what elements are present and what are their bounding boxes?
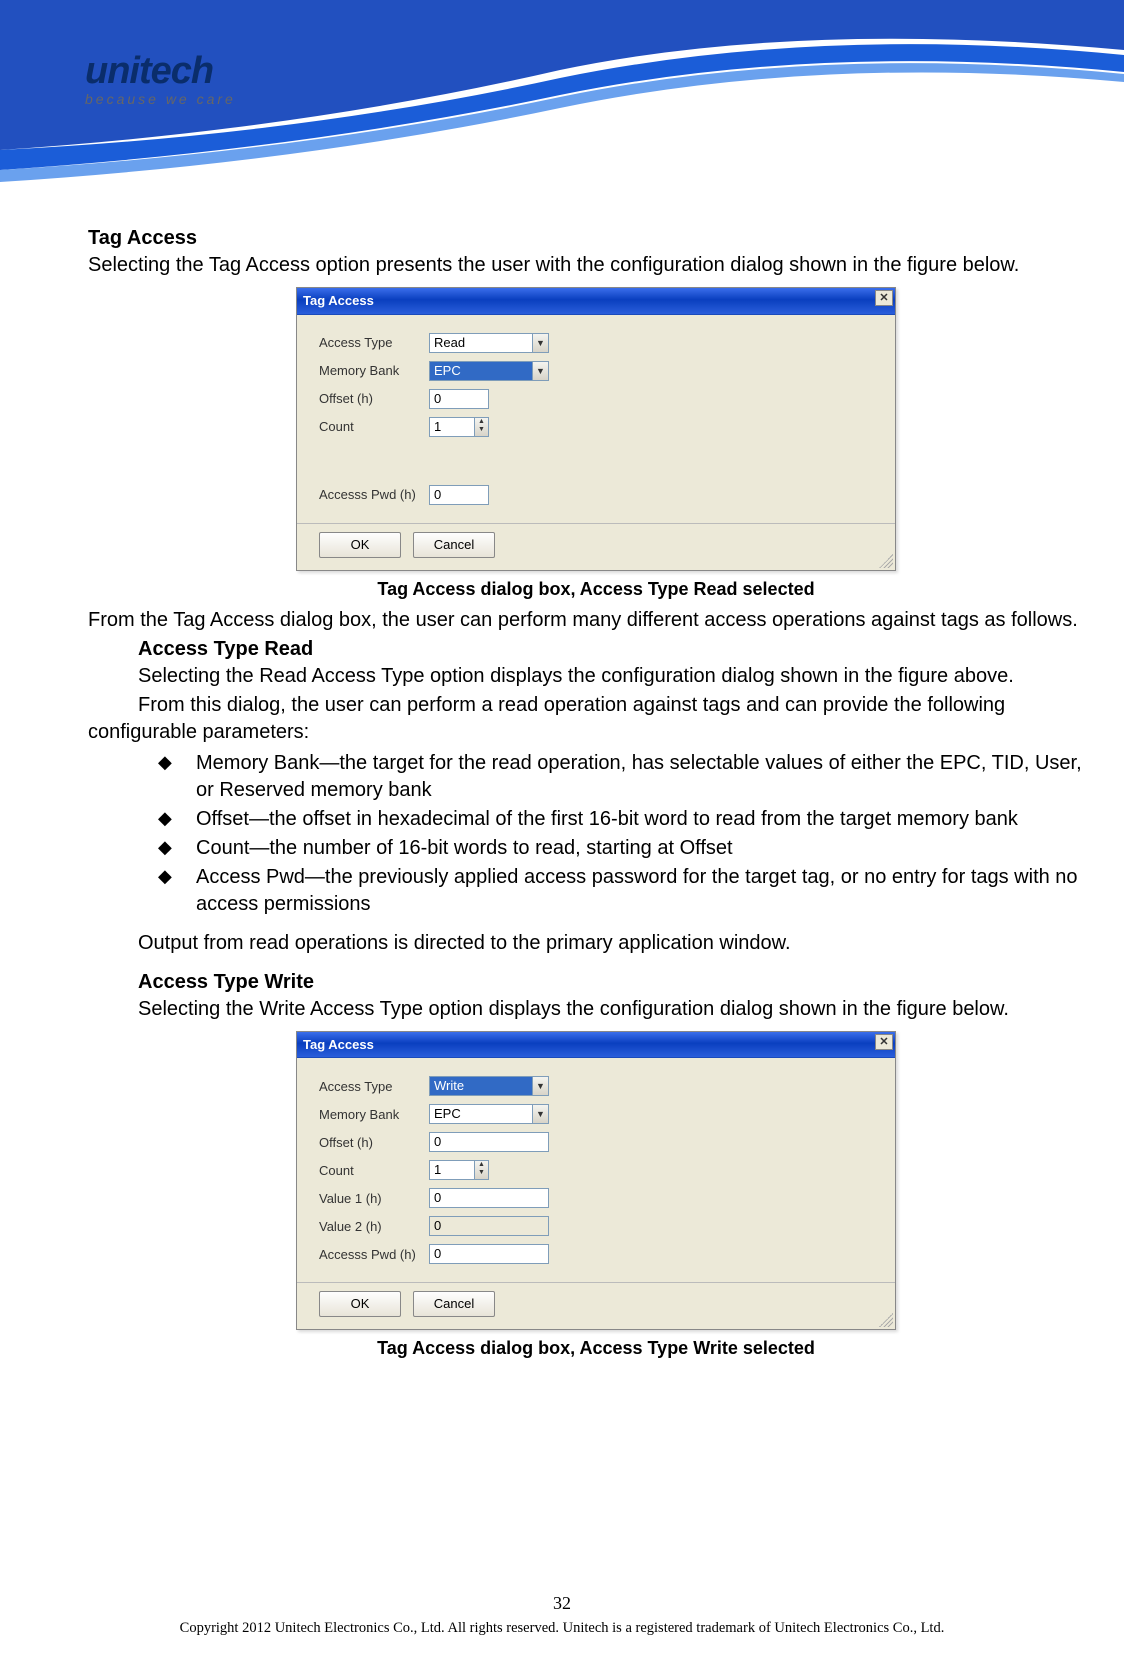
figure-caption: Tag Access dialog box, Access Type Write… — [88, 1336, 1104, 1360]
subsection-title: Access Type Read — [138, 636, 1104, 663]
chevron-down-icon: ▼ — [532, 1105, 548, 1123]
access-pwd-input[interactable]: 0 — [429, 1244, 549, 1264]
count-label: Count — [319, 418, 429, 436]
memory-bank-label: Memory Bank — [319, 1106, 429, 1124]
access-type-combo[interactable]: Write▼ — [429, 1076, 549, 1096]
section-title: Tag Access — [88, 225, 1104, 252]
ok-button[interactable]: OK — [319, 532, 401, 558]
ok-button[interactable]: OK — [319, 1291, 401, 1317]
value1-label: Value 1 (h) — [319, 1190, 429, 1208]
list-item: Count—the number of 16-bit words to read… — [158, 835, 1104, 862]
chevron-down-icon: ▼ — [532, 362, 548, 380]
dialog-titlebar: Tag Access ✕ — [297, 1032, 895, 1059]
close-icon[interactable]: ✕ — [875, 1034, 893, 1050]
page-content: Tag Access Selecting the Tag Access opti… — [88, 225, 1104, 1367]
value2-label: Value 2 (h) — [319, 1218, 429, 1236]
resize-grip-icon[interactable] — [879, 1313, 893, 1327]
list-item: Memory Bank—the target for the read oper… — [158, 750, 1104, 804]
offset-input[interactable]: 0 — [429, 1132, 549, 1152]
cancel-button[interactable]: Cancel — [413, 1291, 495, 1317]
value2-input: 0 — [429, 1216, 549, 1236]
count-stepper[interactable]: 1▲▼ — [429, 1160, 489, 1180]
resize-grip-icon[interactable] — [879, 554, 893, 568]
paragraph: From the Tag Access dialog box, the user… — [88, 607, 1104, 634]
list-item: Access Pwd—the previously applied access… — [158, 864, 1104, 918]
dialog-titlebar: Tag Access ✕ — [297, 288, 895, 315]
memory-bank-label: Memory Bank — [319, 362, 429, 380]
list-item: Offset—the offset in hexadecimal of the … — [158, 806, 1104, 833]
tag-access-dialog-read: Tag Access ✕ Access Type Read▼ Memory Ba… — [296, 287, 896, 571]
paragraph: Output from read operations is directed … — [138, 930, 1104, 957]
access-type-label: Access Type — [319, 1078, 429, 1096]
cancel-button[interactable]: Cancel — [413, 532, 495, 558]
parameter-list: Memory Bank—the target for the read oper… — [158, 750, 1104, 918]
access-pwd-label: Accesss Pwd (h) — [319, 1246, 429, 1264]
access-pwd-label: Accesss Pwd (h) — [319, 486, 429, 504]
page-number: 32 — [0, 1593, 1124, 1614]
logo: unitech because we care — [85, 50, 236, 107]
memory-bank-combo[interactable]: EPC▼ — [429, 1104, 549, 1124]
paragraph: Selecting the Write Access Type option d… — [88, 996, 1104, 1023]
chevron-down-icon: ▼ — [532, 1077, 548, 1095]
memory-bank-combo[interactable]: EPC▼ — [429, 361, 549, 381]
value1-input[interactable]: 0 — [429, 1188, 549, 1208]
logo-tagline: because we care — [85, 91, 236, 107]
access-type-label: Access Type — [319, 334, 429, 352]
offset-label: Offset (h) — [319, 1134, 429, 1152]
paragraph: From this dialog, the user can perform a… — [88, 692, 1104, 746]
close-icon[interactable]: ✕ — [875, 290, 893, 306]
chevron-down-icon: ▼ — [532, 334, 548, 352]
offset-input[interactable]: 0 — [429, 389, 489, 409]
figure-caption: Tag Access dialog box, Access Type Read … — [88, 577, 1104, 601]
offset-label: Offset (h) — [319, 390, 429, 408]
access-type-combo[interactable]: Read▼ — [429, 333, 549, 353]
count-stepper[interactable]: 1▲▼ — [429, 417, 489, 437]
intro-paragraph: Selecting the Tag Access option presents… — [88, 252, 1104, 279]
logo-text: unitech — [85, 50, 236, 93]
dialog-title: Tag Access — [303, 1037, 374, 1052]
access-pwd-input[interactable]: 0 — [429, 485, 489, 505]
dialog-title: Tag Access — [303, 293, 374, 308]
subsection-title: Access Type Write — [138, 969, 1104, 996]
count-label: Count — [319, 1162, 429, 1180]
copyright-text: Copyright 2012 Unitech Electronics Co., … — [0, 1620, 1124, 1637]
paragraph: Selecting the Read Access Type option di… — [88, 663, 1104, 690]
tag-access-dialog-write: Tag Access ✕ Access Type Write▼ Memory B… — [296, 1031, 896, 1331]
page-footer: 32 Copyright 2012 Unitech Electronics Co… — [0, 1593, 1124, 1637]
